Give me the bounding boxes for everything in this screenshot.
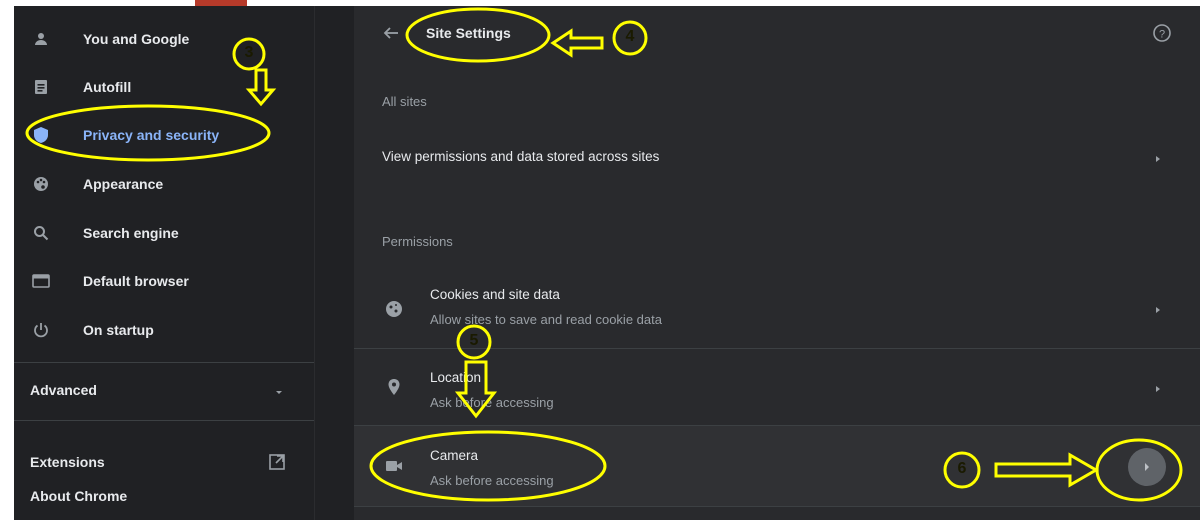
search-icon <box>30 222 52 244</box>
camera-icon <box>384 456 404 476</box>
all-sites-heading: All sites <box>382 94 427 109</box>
cookie-icon <box>384 299 404 319</box>
clipboard-icon <box>30 76 52 98</box>
power-icon <box>30 319 52 341</box>
open-in-new-icon <box>268 453 286 476</box>
shield-icon <box>30 124 52 146</box>
settings-sidebar: You and Google Autofill Privacy and secu… <box>14 6 315 520</box>
permissions-heading: Permissions <box>382 234 453 249</box>
help-icon[interactable]: ? <box>1152 23 1174 45</box>
camera-row[interactable]: Camera Ask before accessing <box>354 426 1200 506</box>
row-subtitle: Allow sites to save and read cookie data <box>430 312 662 327</box>
location-pin-icon <box>384 377 404 397</box>
step-6-label: 6 <box>957 460 967 477</box>
sidebar-divider <box>14 362 314 363</box>
row-title: Location <box>430 370 482 385</box>
chevron-down-icon <box>274 384 284 402</box>
arrow-back-icon[interactable] <box>382 24 402 44</box>
chevron-right-icon <box>1152 382 1164 394</box>
sidebar-item-privacy-and-security[interactable]: Privacy and security <box>14 115 314 155</box>
row-title: View permissions and data stored across … <box>382 149 660 164</box>
sidebar-item-search-engine[interactable]: Search engine <box>14 213 314 253</box>
step-4-label: 4 <box>625 28 635 45</box>
camera-arrow-button[interactable] <box>1128 448 1166 486</box>
sidebar-item-autofill[interactable]: Autofill <box>14 67 314 107</box>
sidebar-item-label: You and Google <box>83 31 190 47</box>
sidebar-item-label: Appearance <box>83 176 164 192</box>
svg-text:?: ? <box>1159 29 1165 41</box>
extensions-label: Extensions <box>30 454 105 470</box>
sidebar-item-label: Autofill <box>83 79 132 95</box>
sidebar-item-about-chrome[interactable]: About Chrome <box>14 476 314 516</box>
location-row[interactable]: Location Ask before accessing <box>354 349 1200 425</box>
browser-icon <box>30 270 52 292</box>
sidebar-item-label: Default browser <box>83 273 189 289</box>
chevron-right-icon <box>1145 463 1149 471</box>
row-title: Camera <box>430 448 479 463</box>
sidebar-item-label: On startup <box>83 322 154 338</box>
step-3-label: 3 <box>244 44 254 61</box>
advanced-label: Advanced <box>30 382 97 398</box>
page-title: Site Settings <box>426 25 511 41</box>
row-subtitle: Ask before accessing <box>430 473 554 488</box>
row-title: Cookies and site data <box>430 287 560 302</box>
chrome-settings-window: You and Google Autofill Privacy and secu… <box>14 6 1200 520</box>
sidebar-item-appearance[interactable]: Appearance <box>14 164 314 204</box>
sidebar-advanced-toggle[interactable]: Advanced <box>14 370 314 410</box>
row-subtitle: Ask before accessing <box>430 395 554 410</box>
sidebar-item-label: Search engine <box>83 225 179 241</box>
chevron-right-icon <box>1152 303 1164 315</box>
site-settings-panel: Site Settings ? All sites View permissio… <box>354 6 1200 520</box>
view-permissions-row[interactable]: View permissions and data stored across … <box>354 134 1200 182</box>
sidebar-divider <box>14 420 314 421</box>
palette-icon <box>30 173 52 195</box>
chevron-right-icon <box>1152 152 1164 164</box>
person-icon <box>30 28 52 50</box>
about-chrome-label: About Chrome <box>30 488 128 504</box>
row-divider <box>354 506 1200 507</box>
sidebar-item-on-startup[interactable]: On startup <box>14 310 314 350</box>
sidebar-item-default-browser[interactable]: Default browser <box>14 261 314 301</box>
sidebar-item-you-and-google[interactable]: You and Google <box>14 19 314 59</box>
step-5-label: 5 <box>469 332 479 349</box>
sidebar-item-label: Privacy and security <box>83 127 220 143</box>
